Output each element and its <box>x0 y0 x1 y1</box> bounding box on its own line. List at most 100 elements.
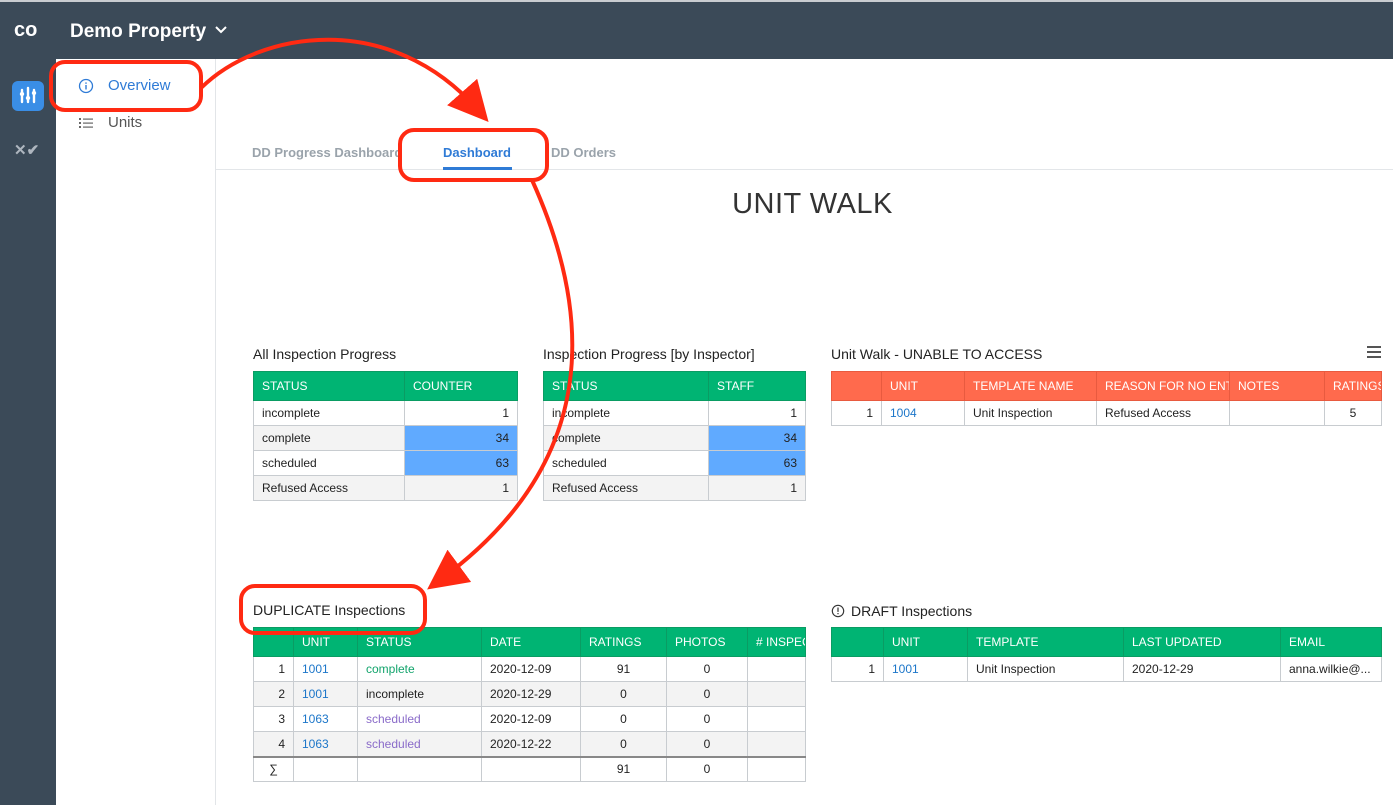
unit-link[interactable]: 1001 <box>293 681 358 707</box>
inspector-progress-table: STATUS STAFF incomplete 1 complete 34 sche… <box>543 371 806 501</box>
column-header[interactable]: COUNTER <box>404 371 518 401</box>
column-header <box>831 371 882 401</box>
column-header[interactable]: REASON FOR NO ENTRY <box>1096 371 1230 401</box>
column-header[interactable]: UNIT <box>293 627 358 657</box>
status-cell: incomplete <box>253 400 405 426</box>
menu-icon[interactable] <box>1367 346 1381 358</box>
summary-row: ∑ 91 0 <box>253 755 806 782</box>
inspector-progress-title: Inspection Progress [by Inspector] <box>543 346 755 362</box>
column-header[interactable]: UNIT <box>883 627 968 657</box>
status-cell: complete <box>253 425 405 451</box>
checklist-icon[interactable]: ✕✔ <box>14 141 42 161</box>
row-index: 4 <box>253 731 294 757</box>
sum-cell <box>747 755 806 782</box>
row-index: 1 <box>831 656 884 682</box>
photos-cell: 0 <box>666 706 748 732</box>
row-index: 3 <box>253 706 294 732</box>
status-cell: scheduled <box>543 450 709 476</box>
sum-cell <box>481 755 581 782</box>
template-cell: Unit Inspection <box>967 656 1124 682</box>
ratings-cell: 91 <box>580 656 667 682</box>
property-selector[interactable]: Demo Property <box>70 21 206 43</box>
column-header[interactable]: LAST UPDATED <box>1123 627 1281 657</box>
column-header[interactable]: TEMPLATE NAME <box>964 371 1097 401</box>
counter-cell: 1 <box>404 400 518 426</box>
column-header[interactable]: TEMPLATE <box>967 627 1124 657</box>
table-row: Refused Access 1 <box>253 475 518 501</box>
column-header[interactable]: STATUS <box>253 371 405 401</box>
unit-link[interactable]: 1001 <box>883 656 968 682</box>
list-icon <box>79 117 93 128</box>
column-header[interactable]: RATINGS <box>580 627 667 657</box>
photos-cell: 0 <box>666 656 748 682</box>
page-title: UNIT WALK <box>732 188 893 220</box>
unit-link[interactable]: 1001 <box>293 656 358 682</box>
unable-access-table: UNIT TEMPLATE NAME REASON FOR NO ENTRY N… <box>831 371 1382 426</box>
date-cell: 2020-12-09 <box>481 656 581 682</box>
table-row: Refused Access 1 <box>543 475 806 501</box>
table-row: 1 1004 Unit Inspection Refused Access 5 <box>831 400 1382 426</box>
status-cell: Refused Access <box>253 475 405 501</box>
tab-dashboard[interactable]: Dashboard <box>443 145 511 160</box>
sum-cell <box>293 755 358 782</box>
column-header <box>253 627 294 657</box>
dashboard-app-icon[interactable] <box>12 81 44 111</box>
app-logo[interactable]: co <box>14 18 40 42</box>
table-row: complete 34 <box>543 425 806 451</box>
dashboard-tabs: DD Progress Dashboard Dashboard DD Order… <box>216 140 1393 170</box>
date-cell: 2020-12-09 <box>481 706 581 732</box>
notes-cell <box>1229 400 1325 426</box>
inspections-cell <box>747 681 806 707</box>
counter-cell: 63 <box>404 450 518 476</box>
status-cell: scheduled <box>253 450 405 476</box>
top-bar: co Demo Property <box>0 2 1393 59</box>
staff-cell: 63 <box>708 450 806 476</box>
nav-item-overview[interactable]: Overview <box>78 77 171 94</box>
side-navigation: Overview Units <box>56 59 216 805</box>
duplicates-table: UNIT STATUS DATE RATINGS PHOTOS # INSPEC… <box>253 627 806 782</box>
active-tab-indicator <box>443 167 512 170</box>
table-row: complete 34 <box>253 425 518 451</box>
column-header <box>831 627 884 657</box>
chevron-down-icon[interactable] <box>214 23 228 37</box>
column-header[interactable]: # INSPECTIONS <box>747 627 806 657</box>
column-header[interactable]: UNIT <box>881 371 965 401</box>
status-cell: complete <box>543 425 709 451</box>
drafts-title: DRAFT Inspections <box>851 603 973 619</box>
date-cell: 2020-12-22 <box>481 731 581 757</box>
staff-cell: 1 <box>708 475 806 501</box>
column-header[interactable]: RATINGS <box>1324 371 1382 401</box>
table-row: 2 1001 incomplete 2020-12-29 0 0 <box>253 681 806 707</box>
table-row: scheduled 63 <box>253 450 518 476</box>
counter-cell: 1 <box>404 475 518 501</box>
column-header[interactable]: DATE <box>481 627 581 657</box>
unit-link[interactable]: 1063 <box>293 731 358 757</box>
info-icon[interactable] <box>831 604 845 618</box>
column-header[interactable]: EMAIL <box>1280 627 1382 657</box>
tab-dd-orders[interactable]: DD Orders <box>551 145 616 160</box>
table-row: 1 1001 complete 2020-12-09 91 0 <box>253 656 806 682</box>
sum-cell <box>357 755 482 782</box>
sum-photos: 0 <box>666 755 748 782</box>
staff-cell: 1 <box>708 400 806 426</box>
nav-item-units[interactable]: Units <box>78 114 142 131</box>
sum-symbol: ∑ <box>253 755 294 782</box>
inspections-cell <box>747 656 806 682</box>
column-header[interactable]: STATUS <box>357 627 482 657</box>
column-header[interactable]: STAFF <box>708 371 806 401</box>
drafts-title-row: DRAFT Inspections <box>831 603 972 619</box>
counter-cell: 34 <box>404 425 518 451</box>
column-header[interactable]: PHOTOS <box>666 627 748 657</box>
row-index: 1 <box>831 400 882 426</box>
row-index: 1 <box>253 656 294 682</box>
table-row: incomplete 1 <box>253 400 518 426</box>
tab-dd-progress-dashboard[interactable]: DD Progress Dashboard <box>252 145 402 160</box>
ratings-cell: 0 <box>580 681 667 707</box>
column-header[interactable]: NOTES <box>1229 371 1325 401</box>
unit-link[interactable]: 1063 <box>293 706 358 732</box>
unit-link[interactable]: 1004 <box>881 400 965 426</box>
template-cell: Unit Inspection <box>964 400 1097 426</box>
inspections-cell <box>747 706 806 732</box>
column-header[interactable]: STATUS <box>543 371 709 401</box>
reason-cell: Refused Access <box>1096 400 1230 426</box>
